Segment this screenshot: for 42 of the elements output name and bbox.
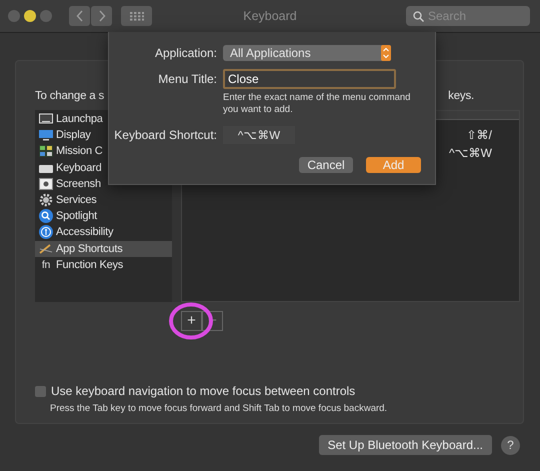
back-button[interactable] [69, 6, 90, 26]
category-item[interactable]: Spotlight [35, 208, 172, 224]
shortcut-field[interactable]: ^⌥⌘W [223, 126, 295, 144]
show-all-button[interactable] [121, 6, 152, 26]
cancel-button[interactable]: Cancel [299, 157, 353, 173]
field-label: Keyboard Shortcut: [113, 128, 217, 142]
category-item[interactable]: Services [35, 192, 172, 208]
monitor-icon [39, 113, 53, 126]
add-button[interactable]: + [181, 311, 202, 331]
hint-text: Press the Tab key to move focus forward and Shift Tab to move focus backward. [50, 403, 388, 414]
windows-grid-icon [39, 145, 53, 158]
forward-button[interactable] [91, 6, 112, 26]
search-icon [39, 209, 53, 224]
window-title: Keyboard [242, 9, 298, 23]
checkbox[interactable] [35, 386, 46, 396]
pencil-icon [39, 242, 53, 255]
stepper-icon [381, 45, 391, 61]
screenshot-icon [39, 178, 53, 190]
category-item[interactable]: fn Function Keys [35, 256, 172, 273]
category-item[interactable]: App Shortcuts [35, 240, 172, 257]
monitor-icon [39, 129, 53, 142]
help-button[interactable]: ? [501, 436, 520, 454]
chevron-left-icon [76, 10, 84, 22]
menu-title-field[interactable]: Close [223, 69, 396, 89]
accessibility-icon [39, 225, 53, 240]
function-key-icon: fn [39, 258, 53, 271]
checkbox-label: Use keyboard navigation to move focus between controls [51, 384, 356, 398]
field-label: Application: [154, 46, 217, 60]
field-label: Menu Title: [157, 72, 217, 86]
shortcut-cell-text: ^⌥⌘W [449, 146, 492, 162]
instruction-text: To change a s [35, 90, 104, 104]
category-item[interactable]: Accessibility [35, 224, 172, 240]
instruction-text-end: keys. [448, 90, 474, 104]
application-popup[interactable]: All Applications [223, 45, 391, 61]
hint-text: Enter the exact name of the menu command you want to add. [223, 92, 412, 116]
grid-icon [130, 12, 144, 20]
window-control-button[interactable] [24, 10, 36, 22]
bluetooth-setup-button[interactable]: Set Up Bluetooth Keyboard... [318, 435, 492, 455]
gear-icon [39, 193, 53, 208]
highlight-circle [168, 301, 214, 341]
chevron-right-icon [98, 10, 106, 22]
shortcut-cell-text: ⇧⌘/ [466, 128, 492, 144]
